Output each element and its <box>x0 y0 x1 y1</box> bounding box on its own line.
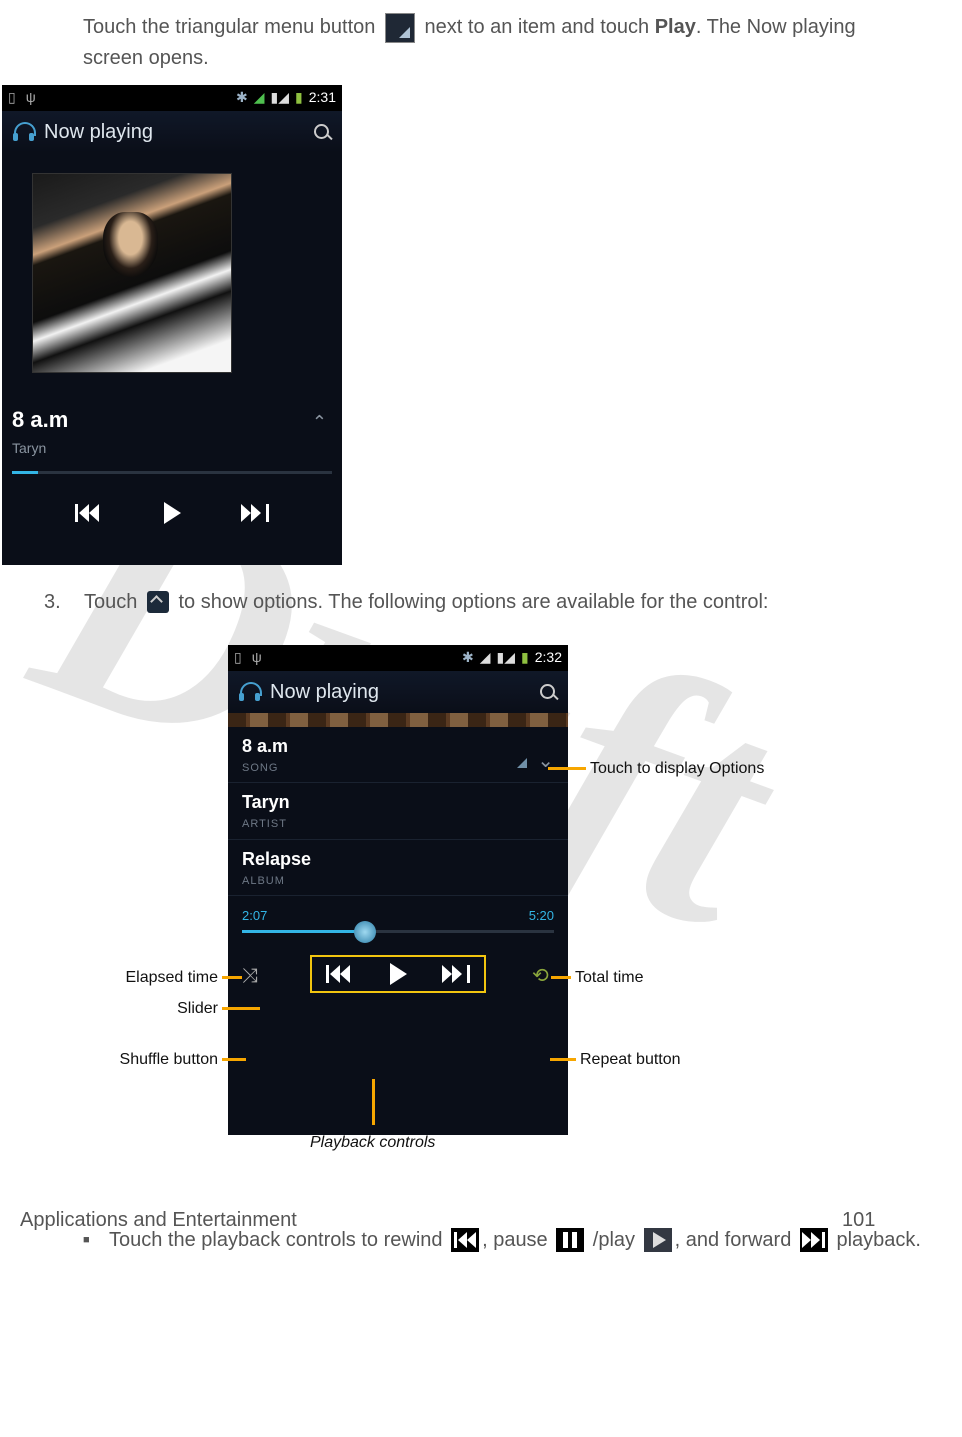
album-value: Relapse <box>242 846 554 873</box>
bluetooth-icon: ✱ <box>236 87 248 108</box>
step-3: 3. Touch to show options. The following … <box>44 587 962 617</box>
annotated-figure: ▯ ψ ✱ ◢ ▮◢ ▮ 2:32 Now playing <box>100 645 840 1205</box>
track-title: 8 a.m <box>12 403 68 436</box>
slider-thumb[interactable] <box>354 921 376 943</box>
total-time: 5:20 <box>529 906 554 926</box>
status-usb-icon: ψ <box>252 647 262 668</box>
footer-page: 101 <box>842 1205 942 1235</box>
forward-button[interactable] <box>241 502 269 524</box>
ann-total: Total time <box>575 966 643 990</box>
options-triangle-icon[interactable] <box>513 754 527 768</box>
rewind-button[interactable] <box>75 502 103 524</box>
album-art <box>32 173 232 373</box>
chevron-up-icon[interactable]: ⌃ <box>312 409 327 436</box>
status-battery-icon: ▯ <box>8 87 16 108</box>
slider-row <box>228 930 568 933</box>
search-icon[interactable] <box>312 122 332 142</box>
signal-icon: ▮◢ <box>497 647 515 668</box>
headphones-icon <box>238 680 262 704</box>
play-button[interactable] <box>158 502 186 524</box>
ann-playback: Playback controls <box>310 1131 435 1155</box>
footer-section: Applications and Entertainment <box>20 1205 842 1235</box>
status-bar-2: ▯ ψ ✱ ◢ ▮◢ ▮ 2:32 <box>228 645 568 671</box>
step3-t2: to show options. The following options a… <box>179 591 769 613</box>
shuffle-button[interactable] <box>242 965 264 983</box>
screenshot-now-playing-collapsed: ▯ ψ ✱ ◢ ▮◢ ▮ 2:31 Now playing 8 a.m <box>2 85 342 565</box>
screenshot-now-playing-expanded: ▯ ψ ✱ ◢ ▮◢ ▮ 2:32 Now playing <box>228 645 568 1135</box>
triangle-menu-icon <box>385 13 415 43</box>
album-label: ALBUM <box>242 873 554 890</box>
clock: 2:31 <box>309 87 336 108</box>
elapsed-time: 2:07 <box>242 906 267 926</box>
chevron-down-icon[interactable]: ⌄ <box>537 746 554 776</box>
play-button[interactable] <box>384 963 412 985</box>
intro-t1: Touch the triangular menu button <box>83 16 381 38</box>
controls-row <box>228 933 568 1015</box>
rewind-button[interactable] <box>326 963 354 985</box>
track-artist: Taryn <box>12 438 68 459</box>
song-label: SONG <box>242 760 288 777</box>
progress-bar[interactable] <box>12 471 332 474</box>
wifi-icon: ◢ <box>480 647 491 668</box>
intro-t2: next to an item and touch <box>425 16 655 38</box>
headphones-icon <box>12 120 36 144</box>
ann-repeat: Repeat button <box>580 1048 681 1072</box>
intro-paragraph: Touch the triangular menu button next to… <box>83 12 873 73</box>
intro-bold: Play <box>655 16 696 38</box>
artist-label: ARTIST <box>242 816 554 833</box>
ann-slider: Slider <box>100 997 218 1021</box>
ann-elapsed: Elapsed time <box>100 966 218 990</box>
battery-icon: ▮ <box>295 87 303 108</box>
now-playing-label: Now playing <box>44 117 153 147</box>
forward-button[interactable] <box>442 963 470 985</box>
playback-controls <box>2 502 342 524</box>
playback-controls-group <box>310 955 486 993</box>
album-block[interactable]: Relapse ALBUM <box>228 840 568 897</box>
now-playing-header: Now playing <box>2 111 342 153</box>
time-row: 2:07 5:20 <box>228 896 568 930</box>
battery-icon: ▮ <box>521 647 529 668</box>
now-playing-label-2: Now playing <box>270 677 379 707</box>
status-usb-icon: ψ <box>26 87 36 108</box>
search-icon[interactable] <box>538 682 558 702</box>
signal-icon: ▮◢ <box>271 87 289 108</box>
step3-t1: Touch <box>84 591 143 613</box>
chevron-up-inline-icon <box>147 591 169 613</box>
song-value: 8 a.m <box>242 733 288 760</box>
album-thumbnail-strip <box>228 713 568 727</box>
ann-shuffle: Shuffle button <box>100 1048 218 1072</box>
seek-slider[interactable] <box>242 930 554 933</box>
ann-options: Touch to display Options <box>590 757 764 781</box>
repeat-button[interactable] <box>532 965 554 983</box>
clock-2: 2:32 <box>535 647 562 668</box>
status-battery-icon: ▯ <box>234 647 242 668</box>
artist-value: Taryn <box>242 789 554 816</box>
wifi-icon: ◢ <box>254 87 265 108</box>
artist-block[interactable]: Taryn ARTIST <box>228 783 568 840</box>
now-playing-header-2: Now playing <box>228 671 568 713</box>
step-number: 3. <box>44 587 84 617</box>
song-block[interactable]: 8 a.m SONG ⌄ <box>228 727 568 784</box>
page-footer: Applications and Entertainment 101 <box>20 1205 942 1235</box>
bluetooth-icon: ✱ <box>462 647 474 668</box>
status-bar: ▯ ψ ✱ ◢ ▮◢ ▮ 2:31 <box>2 85 342 111</box>
